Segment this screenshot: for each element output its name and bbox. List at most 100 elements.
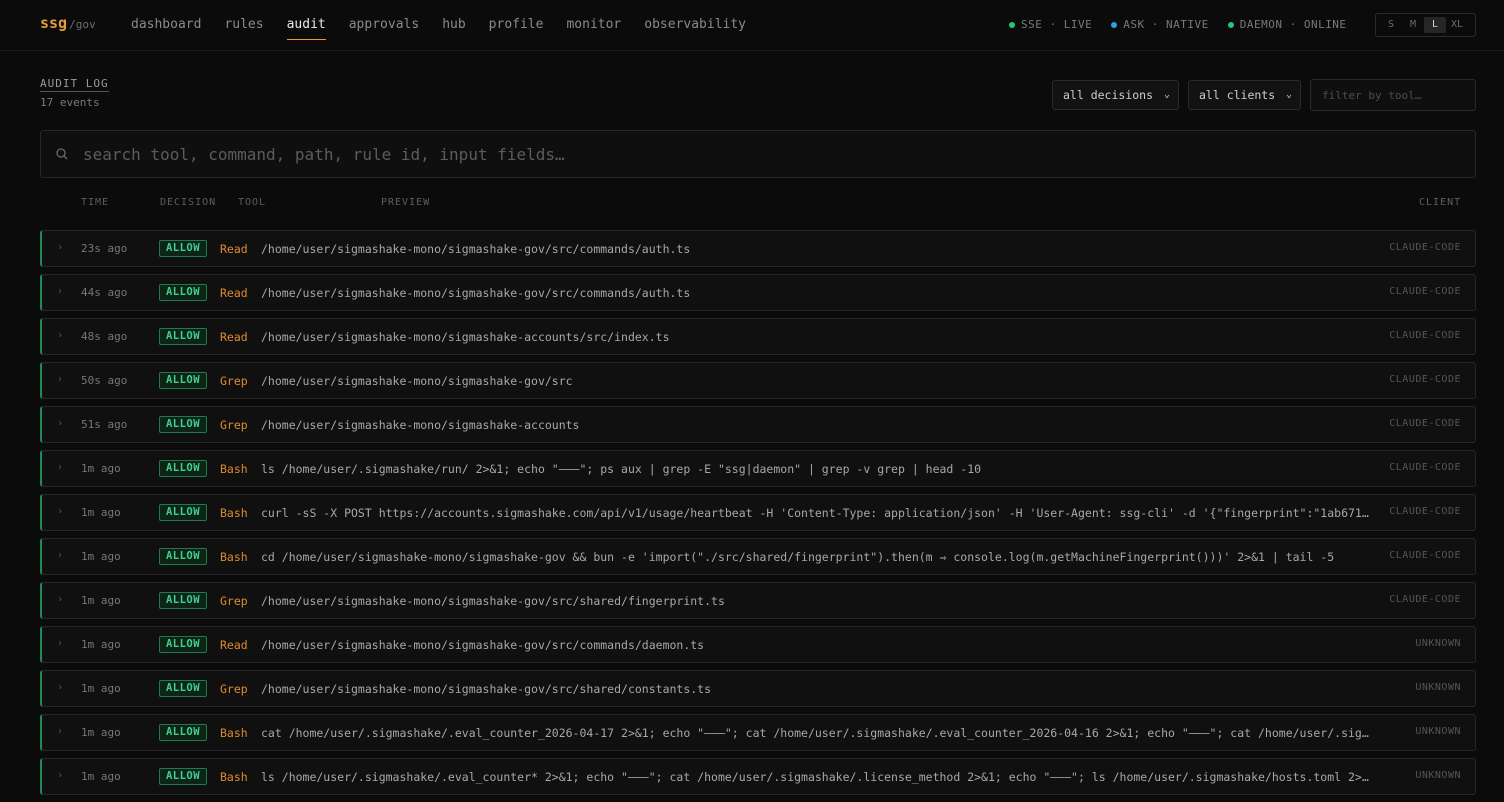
row-tool: Grep: [220, 682, 248, 696]
decision-badge: ALLOW: [159, 680, 207, 697]
nav-item-rules[interactable]: rules: [224, 0, 263, 51]
expand-chevron-icon[interactable]: ›: [57, 462, 63, 473]
expand-chevron-icon[interactable]: ›: [57, 242, 63, 253]
row-tool: Bash: [220, 462, 248, 476]
audit-row[interactable]: › 50s ago ALLOW Grep/home/user/sigmashake-m…: [40, 362, 1476, 399]
audit-row[interactable]: › 1m ago ALLOW Bash ls /home/user/.sigmashak…: [40, 450, 1476, 487]
decision-badge: ALLOW: [159, 416, 207, 433]
expand-chevron-icon[interactable]: ›: [57, 770, 63, 781]
row-preview: /home/user/sigmashake-mono/sigmashake-go…: [261, 638, 705, 652]
row-client: CLAUDE-CODE: [1389, 594, 1461, 605]
row-tool: Read: [220, 330, 248, 344]
row-preview: /home/user/sigmashake-mono/sigmashake-go…: [261, 682, 712, 696]
nav-item-dashboard[interactable]: dashboard: [131, 0, 201, 51]
row-time: 1m ago: [81, 506, 121, 519]
nav-item-profile[interactable]: profile: [489, 0, 544, 51]
nav-item-approvals[interactable]: approvals: [349, 0, 419, 51]
row-client: UNKNOWN: [1415, 726, 1461, 737]
status-dot-icon: [1227, 21, 1234, 28]
decision-badge: ALLOW: [159, 240, 207, 257]
row-tool: Bash: [220, 726, 248, 740]
audit-row[interactable]: › 1m ago ALLOW Bash cat /home/user/.sigmasha…: [40, 714, 1476, 751]
search-icon: [56, 148, 68, 160]
decision-badge: ALLOW: [159, 724, 207, 741]
size-option-s[interactable]: S: [1380, 17, 1402, 33]
audit-row[interactable]: › 44s ago ALLOW Read/home/user/sigmashake-m…: [40, 274, 1476, 311]
nav-item-observability[interactable]: observability: [644, 0, 746, 51]
audit-row[interactable]: › 1m ago ALLOW Grep/home/user/sigmashake-mo…: [40, 582, 1476, 619]
status-label: DAEMON · ONLINE: [1239, 18, 1347, 31]
event-count: 17 events: [40, 96, 100, 109]
status-ask: ASK · NATIVE: [1111, 18, 1208, 31]
row-client: CLAUDE-CODE: [1389, 550, 1461, 561]
search-input[interactable]: [83, 131, 1463, 177]
decision-badge: ALLOW: [159, 592, 207, 609]
audit-row[interactable]: › 1m ago ALLOW Bash ls /home/user/.sigmashak…: [40, 758, 1476, 795]
row-time: 1m ago: [81, 594, 121, 607]
row-client: CLAUDE-CODE: [1389, 462, 1461, 473]
column-header-tool[interactable]: TOOL: [238, 197, 266, 208]
expand-chevron-icon[interactable]: ›: [57, 726, 63, 737]
expand-chevron-icon[interactable]: ›: [57, 594, 63, 605]
row-tool: Grep: [220, 418, 248, 432]
row-time: 1m ago: [81, 682, 121, 695]
nav-item-hub[interactable]: hub: [442, 0, 465, 51]
row-tool: Bash: [220, 550, 248, 564]
expand-chevron-icon[interactable]: ›: [57, 418, 63, 429]
brand-name: ssg: [40, 14, 68, 32]
chevron-down-icon: ⌄: [1285, 89, 1292, 100]
audit-row[interactable]: › 1m ago ALLOW Bash curl -sS -X POST https:/…: [40, 494, 1476, 531]
column-header-client[interactable]: CLIENT: [1419, 197, 1461, 208]
decision-badge: ALLOW: [159, 768, 207, 785]
decision-filter-value: all decisions: [1063, 88, 1154, 102]
row-tool: Grep: [220, 594, 248, 608]
brand-logo[interactable]: ssg /gov: [40, 14, 96, 32]
row-tool: Bash: [220, 506, 248, 520]
expand-chevron-icon[interactable]: ›: [57, 550, 63, 561]
status-sse: SSE · LIVE: [1009, 18, 1092, 31]
column-header-preview: PREVIEW: [381, 197, 431, 208]
expand-chevron-icon[interactable]: ›: [57, 638, 63, 649]
decision-badge: ALLOW: [159, 328, 207, 345]
decision-badge: ALLOW: [159, 636, 207, 653]
column-header-time[interactable]: TIME: [81, 197, 109, 208]
decision-filter-select[interactable]: all decisions ⌄: [1052, 80, 1179, 110]
brand-suffix: /gov: [69, 18, 96, 31]
row-client: CLAUDE-CODE: [1389, 330, 1461, 341]
audit-row[interactable]: › 48s ago ALLOW Read/home/user/sigmashake-m…: [40, 318, 1476, 355]
client-filter-select[interactable]: all clients ⌄: [1188, 80, 1301, 110]
row-time: 48s ago: [81, 330, 128, 343]
audit-row[interactable]: › 1m ago ALLOW Grep/home/user/sigmashake-mo…: [40, 670, 1476, 707]
row-time: 23s ago: [81, 242, 128, 255]
row-time: 1m ago: [81, 462, 121, 475]
audit-row[interactable]: › 51s ago ALLOW Grep/home/user/sigmashake-m…: [40, 406, 1476, 443]
row-time: 1m ago: [81, 770, 121, 783]
size-option-m[interactable]: M: [1402, 17, 1424, 33]
row-preview: ls /home/user/.sigmashake/.eval_counter*…: [261, 770, 1371, 784]
row-time: 51s ago: [81, 418, 128, 431]
nav-item-audit[interactable]: audit: [286, 0, 326, 51]
page-title: AUDIT LOG: [40, 77, 109, 92]
expand-chevron-icon[interactable]: ›: [57, 506, 63, 517]
expand-chevron-icon[interactable]: ›: [57, 682, 63, 693]
expand-chevron-icon[interactable]: ›: [57, 330, 63, 341]
row-time: 44s ago: [81, 286, 128, 299]
column-header-decision[interactable]: DECISION: [160, 197, 216, 208]
expand-chevron-icon[interactable]: ›: [57, 286, 63, 297]
audit-row[interactable]: › 1m ago ALLOW Read/home/user/sigmashake-mo…: [40, 626, 1476, 663]
audit-row[interactable]: › 1m ago ALLOW Bash cd /home/user/sigmashake…: [40, 538, 1476, 575]
size-option-xl[interactable]: XL: [1446, 17, 1468, 33]
status-dot-icon: [1111, 21, 1118, 28]
row-client: CLAUDE-CODE: [1389, 506, 1461, 517]
row-client: UNKNOWN: [1415, 770, 1461, 781]
row-preview: /home/user/sigmashake-mono/sigmashake-ac…: [261, 418, 580, 432]
tool-filter-input[interactable]: [1310, 79, 1476, 111]
size-option-l[interactable]: L: [1424, 17, 1446, 33]
nav-item-monitor[interactable]: monitor: [566, 0, 621, 51]
row-preview: /home/user/sigmashake-mono/sigmashake-go…: [261, 286, 691, 300]
status-dot-icon: [1009, 21, 1015, 28]
expand-chevron-icon[interactable]: ›: [57, 374, 63, 385]
row-tool: Bash: [220, 770, 248, 784]
audit-row[interactable]: › 23s ago ALLOW Read/home/user/sigmashake-m…: [40, 230, 1476, 267]
row-tool: Read: [220, 286, 248, 300]
